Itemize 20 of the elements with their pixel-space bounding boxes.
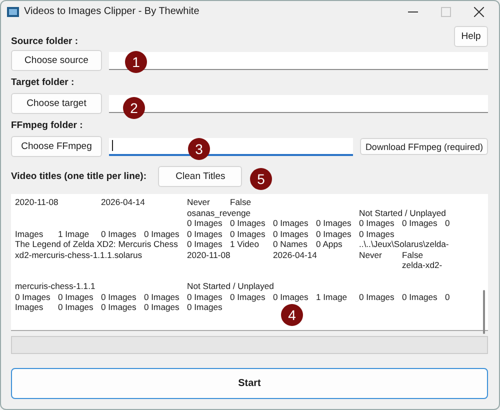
number-marker: 1 xyxy=(125,51,147,73)
download-button[interactable]: Download FFmpeg (required) xyxy=(360,138,488,155)
path-field[interactable] xyxy=(109,52,488,70)
number-marker: 5 xyxy=(250,168,272,190)
path-field[interactable] xyxy=(109,138,354,156)
window-title: Videos to Images Clipper - By Thewhite xyxy=(24,6,200,17)
titles-label: Video titles (one title per line): xyxy=(11,171,146,182)
section-label: Source folder : xyxy=(11,36,78,47)
path-field[interactable] xyxy=(109,94,488,112)
clean-titles-button[interactable]: Clean Titles xyxy=(158,166,242,187)
start-button[interactable]: Start xyxy=(11,368,488,399)
scrollbar-thumb[interactable] xyxy=(483,290,485,334)
app-icon xyxy=(7,6,19,18)
section-label: Target folder : xyxy=(11,77,76,88)
help-button[interactable]: Help xyxy=(454,26,488,47)
choose-button[interactable]: Choose source xyxy=(11,50,102,71)
choose-button[interactable]: Choose target xyxy=(11,93,102,114)
section-label: FFmpeg folder : xyxy=(11,120,84,131)
choose-button[interactable]: Choose FFmpeg xyxy=(11,136,102,157)
close-icon[interactable] xyxy=(474,6,484,16)
